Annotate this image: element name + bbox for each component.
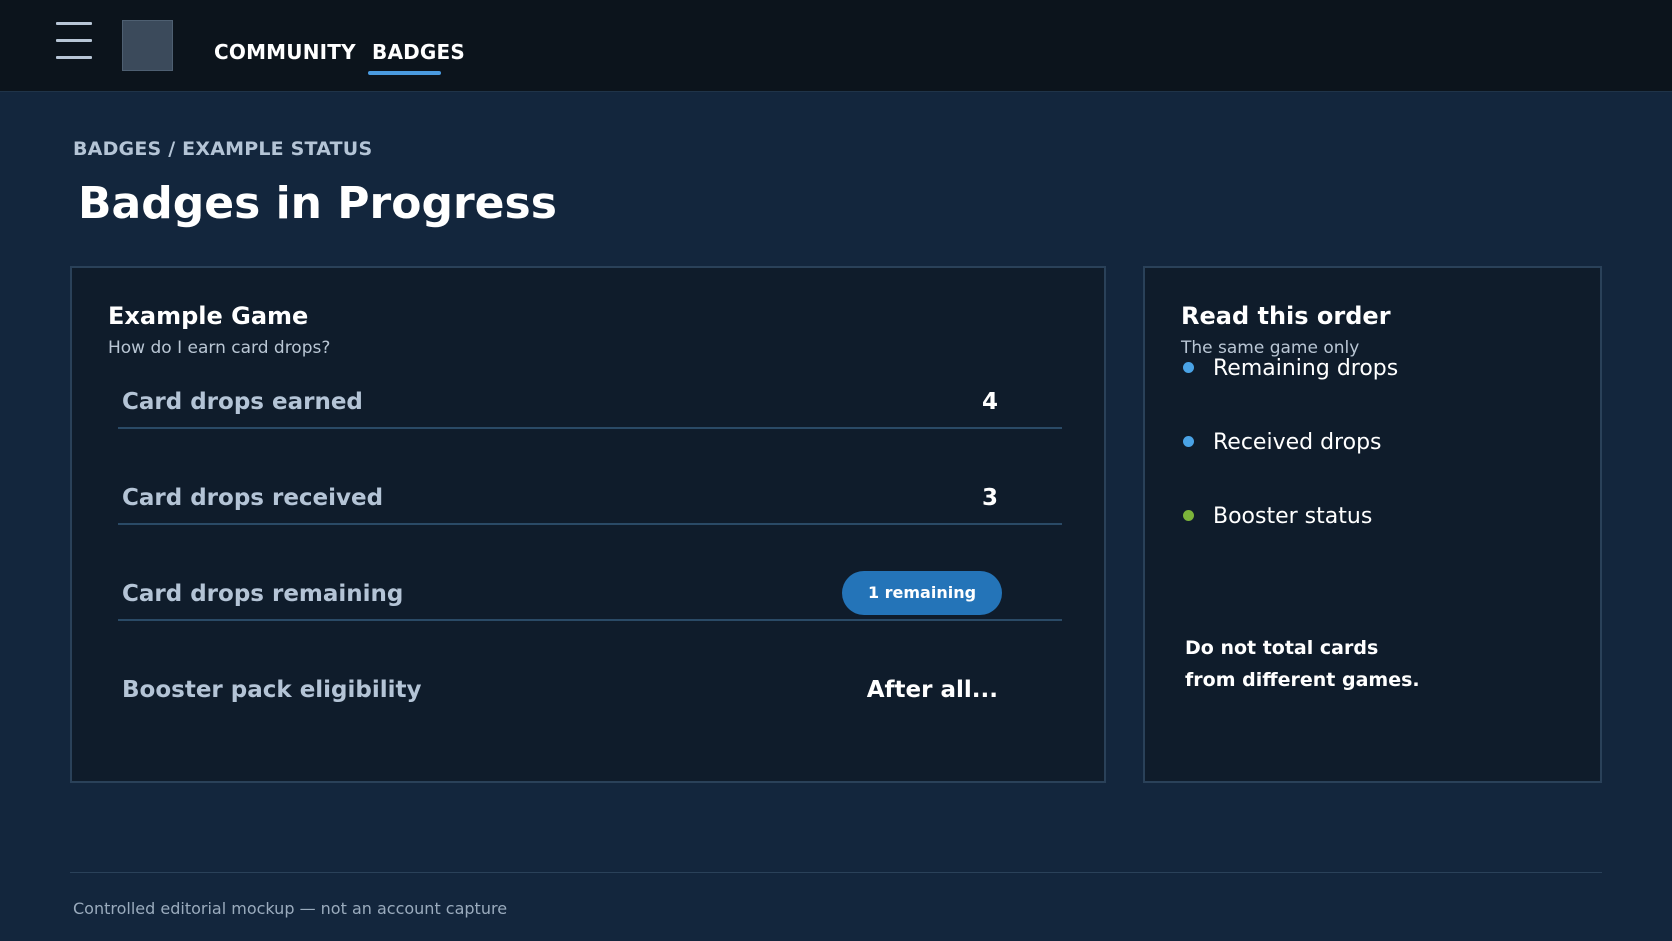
stat-value: 3: [981, 485, 998, 511]
side-panel-subtitle: The same game only: [1181, 338, 1360, 358]
green-dot-icon: [1183, 510, 1194, 521]
stat-label: Card drops received: [122, 485, 384, 511]
stat-row-remaining: Card drops remaining 1 remaining: [118, 561, 1062, 621]
warning-note-line: from different games.: [1185, 669, 1420, 691]
footer-divider: [70, 872, 1602, 873]
legend-label: Remaining drops: [1213, 356, 1399, 381]
blue-dot-icon: [1183, 362, 1194, 373]
reading-order-panel: Read this order The same game only Remai…: [1143, 266, 1602, 783]
stat-row-received: Card drops received 3: [118, 465, 1062, 525]
stat-row-earned: Card drops earned 4: [118, 369, 1062, 429]
hamburger-menu-icon[interactable]: [56, 22, 92, 60]
breadcrumb: BADGES / EXAMPLE STATUS: [73, 138, 373, 160]
active-tab-indicator: [368, 71, 441, 75]
stat-row-booster: Booster pack eligibility After all...: [118, 657, 1062, 717]
nav-badges-link[interactable]: BADGES: [372, 40, 465, 64]
warning-note-line: Do not total cards: [1185, 637, 1379, 659]
avatar[interactable]: [122, 20, 173, 71]
stat-value: 4: [981, 389, 998, 415]
stat-label: Card drops earned: [122, 389, 363, 415]
footer-disclaimer: Controlled editorial mockup — not an acc…: [73, 899, 508, 918]
game-title: Example Game: [108, 302, 309, 330]
blue-dot-icon: [1183, 436, 1194, 447]
page-title: Badges in Progress: [78, 178, 557, 229]
game-progress-panel: Example Game How do I earn card drops? C…: [70, 266, 1106, 783]
stat-label: Card drops remaining: [122, 581, 404, 607]
warning-note: Do not total cards from different games.: [1185, 632, 1485, 696]
card-drops-help-link[interactable]: How do I earn card drops?: [108, 338, 330, 358]
remaining-badge: 1 remaining: [842, 571, 1002, 615]
side-panel-title: Read this order: [1181, 302, 1391, 330]
top-navigation-bar: COMMUNITY BADGES: [0, 0, 1672, 92]
legend-label: Received drops: [1213, 430, 1382, 455]
nav-community-link[interactable]: COMMUNITY: [214, 40, 356, 64]
legend-label: Booster status: [1213, 504, 1373, 529]
stat-label: Booster pack eligibility: [122, 677, 422, 703]
stat-value: After all...: [866, 677, 998, 703]
